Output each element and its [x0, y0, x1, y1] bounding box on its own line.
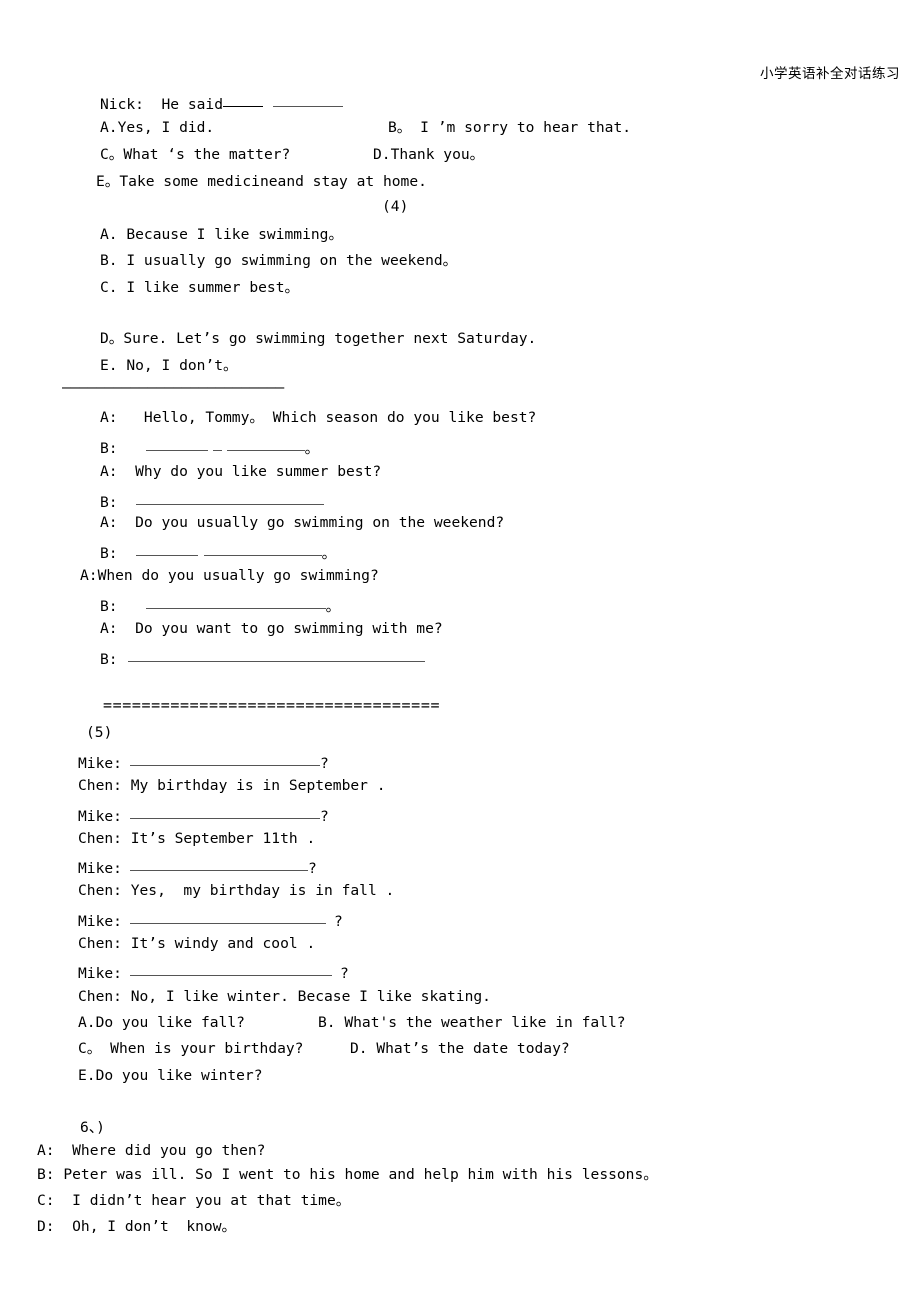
speaker-label: Mike:	[78, 860, 122, 877]
section-5-line-chen-5: Chen: No, I like winter. Becase I like s…	[78, 988, 491, 1005]
speaker-label: B:	[100, 545, 118, 562]
question-mark: ?	[307, 860, 317, 877]
dialogue-line-a3: A: Do you usually go swimming on the wee…	[100, 514, 505, 531]
section-4-option-d: D。Sure. Let’s go swimming together next …	[100, 330, 537, 347]
speaker-label: Mike:	[78, 913, 122, 930]
section-6-line-a: A: Where did you go then?	[37, 1142, 266, 1159]
nick-prompt-line: Nick: He said	[100, 94, 344, 113]
dialogue-line-a2: A: Why do you like summer best?	[100, 463, 382, 480]
dash-separator: ——————————————————————————	[62, 380, 284, 395]
section-5-line-chen-2: Chen: It’s September 11th .	[78, 830, 316, 847]
speaker-label: Mike:	[78, 808, 122, 825]
period-mark: 。	[321, 545, 337, 562]
section-6-line-c: C: I didn’t hear you at that time。	[37, 1192, 351, 1209]
blank-line	[145, 596, 326, 609]
blank-line	[129, 963, 332, 976]
blank-line	[273, 94, 344, 107]
blank-line	[129, 911, 326, 924]
dialogue-line-a1: A: Hello, Tommy。 Which season do you lik…	[100, 409, 537, 426]
section-4-option-e: E. No, I don’t。	[100, 357, 238, 374]
section-5-option-e: E.Do you like winter?	[78, 1067, 263, 1084]
section-4-option-a: A. Because I like swimming。	[100, 226, 344, 243]
question-mark: ?	[339, 965, 349, 982]
nick-option-c: C。What ‘s the matter?	[100, 146, 291, 163]
dialogue-line-b3: B: 。	[100, 543, 336, 562]
section-5-option-a: A.Do you like fall?	[78, 1014, 245, 1031]
section-5-line-chen-4: Chen: It’s windy and cool .	[78, 935, 316, 952]
blank-line	[145, 438, 208, 451]
period-mark: 。	[304, 440, 320, 457]
dialogue-line-b2: B:	[100, 492, 324, 511]
section-6-line-b: B: Peter was ill. So I went to his home …	[37, 1166, 658, 1183]
section-5-line-mike-3: Mike:?	[78, 858, 317, 877]
section-5-number: (5)	[86, 724, 113, 741]
blank-line	[226, 438, 305, 451]
section-5-option-c: C。 When is your birthday?	[78, 1040, 304, 1057]
nick-option-b: B。 I ’m sorry to hear that.	[388, 119, 632, 136]
equals-separator: ===================================	[103, 698, 441, 713]
speaker-label: B:	[100, 651, 118, 668]
dialogue-line-b1: B: 。	[100, 438, 319, 457]
dialogue-line-b4: B: 。	[100, 596, 340, 615]
section-5-line-mike-1: Mike:?	[78, 753, 329, 772]
speaker-label: Mike:	[78, 755, 122, 772]
section-5-line-mike-4: Mike:?	[78, 911, 343, 930]
blank-line	[203, 543, 322, 556]
nick-option-d: D.Thank you。	[373, 146, 485, 163]
blank-line	[127, 649, 425, 662]
blank-line	[223, 94, 264, 107]
question-mark: ?	[319, 808, 329, 825]
page-title: 小学英语补全对话练习	[760, 66, 900, 82]
blank-line	[129, 806, 320, 819]
nick-option-a: A.Yes, I did.	[100, 119, 215, 136]
section-4-option-b: B. I usually go swimming on the weekend。	[100, 252, 458, 269]
period-mark: 。	[325, 598, 341, 615]
speaker-label: B:	[100, 598, 118, 615]
document-page: 小学英语补全对话练习 Nick: He said A.Yes, I did. B…	[0, 0, 920, 1302]
speaker-label: Mike:	[78, 965, 122, 982]
speaker-label: B:	[100, 440, 118, 457]
section-5-line-mike-2: Mike:?	[78, 806, 329, 825]
dialogue-line-a5: A: Do you want to go swimming with me?	[100, 620, 443, 637]
nick-prompt-text: Nick: He said	[100, 96, 224, 113]
section-5-option-b: B. What's the weather like in fall?	[318, 1014, 626, 1031]
section-4-option-c: C. I like summer best。	[100, 279, 300, 296]
section-4-number: (4)	[382, 198, 409, 215]
blank-line	[135, 543, 198, 556]
section-5-line-chen-3: Chen: Yes, my birthday is in fall .	[78, 882, 395, 899]
question-mark: ?	[333, 913, 343, 930]
question-mark: ?	[319, 755, 329, 772]
dialogue-line-a4: A:When do you usually go swimming?	[80, 567, 379, 584]
nick-option-e: E。Take some medicineand stay at home.	[96, 173, 427, 190]
blank-line	[129, 753, 320, 766]
blank-line	[212, 438, 222, 451]
section-5-option-d: D. What’s the date today?	[350, 1040, 570, 1057]
speaker-label: B:	[100, 494, 118, 511]
dialogue-line-b5: B:	[100, 649, 425, 668]
blank-line	[135, 492, 324, 505]
section-6-line-d: D: Oh, I don’t know。	[37, 1218, 237, 1235]
section-5-line-mike-5: Mike:?	[78, 963, 349, 982]
section-6-number: 6、)	[80, 1119, 105, 1136]
blank-line	[129, 858, 308, 871]
section-5-line-chen-1: Chen: My birthday is in September .	[78, 777, 386, 794]
